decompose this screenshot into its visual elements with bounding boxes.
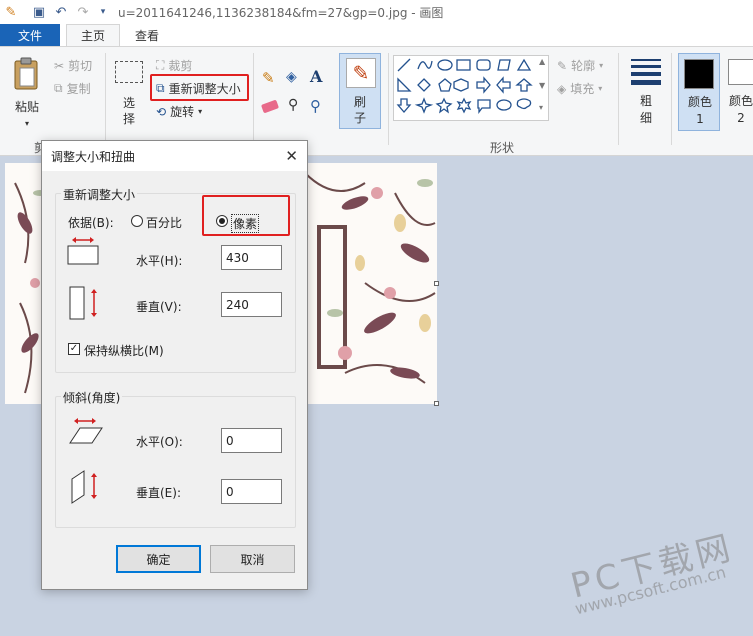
shapes-scroll-up[interactable]: ▲: [539, 57, 545, 66]
paste-button[interactable]: 粘贴 ▾: [10, 55, 44, 128]
size-label: 粗细: [639, 94, 652, 125]
color1-swatch: [684, 59, 714, 89]
vertical-label: 垂直(V):: [136, 300, 182, 314]
chevron-down-icon: ▾: [598, 84, 603, 93]
copy-button[interactable]: ⧉ 复制: [54, 80, 91, 97]
resize-handle[interactable]: [434, 281, 439, 286]
quick-access-dropdown-icon[interactable]: ▾: [94, 3, 112, 21]
tab-view[interactable]: 查看: [120, 24, 174, 46]
shapes-more[interactable]: ▾: [539, 103, 543, 112]
brushes-label: 刷子: [353, 95, 366, 125]
paste-dropdown-icon: ▾: [24, 119, 29, 128]
separator: [105, 53, 106, 145]
percent-radio[interactable]: [131, 215, 143, 227]
separator: [618, 53, 619, 145]
paste-label: 粘贴: [14, 100, 39, 114]
chevron-down-icon: ▾: [599, 61, 604, 70]
cancel-button[interactable]: 取消: [210, 545, 295, 573]
pencil-tool[interactable]: ✎: [262, 69, 280, 87]
fill-bucket-tool[interactable]: ◈: [286, 69, 304, 87]
select-button[interactable]: 选择: [112, 55, 146, 127]
outline-label: 轮廓: [571, 59, 596, 73]
dialog-title: 调整大小和扭曲: [51, 149, 136, 164]
text-tool[interactable]: A: [310, 67, 328, 86]
rotate-label: 旋转: [170, 105, 195, 119]
copy-label: 复制: [66, 82, 91, 96]
percent-label: 百分比: [146, 216, 183, 230]
save-icon[interactable]: ▣: [30, 3, 48, 21]
ribbon-tabs: 文件 主页 查看: [0, 24, 753, 46]
skew-group: [55, 396, 296, 528]
size-button[interactable]: 粗细: [628, 55, 664, 131]
vertical-skew-icon: [71, 470, 97, 504]
redo-icon[interactable]: ↷: [74, 3, 92, 21]
close-icon[interactable]: ✕: [285, 147, 298, 165]
separator: [671, 53, 672, 145]
color-picker-tool[interactable]: ⚲: [288, 97, 306, 115]
resize-group-label: 重新调整大小: [61, 186, 138, 203]
paste-icon: [14, 57, 38, 90]
undo-icon[interactable]: ↶: [52, 3, 70, 21]
crop-button[interactable]: ⛶ 裁剪: [156, 57, 192, 74]
horizontal-skew-icon: [69, 418, 103, 444]
resize-highlight: [150, 74, 249, 101]
outline-button[interactable]: ✎ 轮廓 ▾: [557, 57, 603, 74]
skew-group-label: 倾斜(角度): [61, 389, 123, 406]
size-icon: [631, 59, 661, 85]
horizontal-label: 水平(H):: [136, 254, 183, 268]
shapes-scroll-down[interactable]: ▼: [539, 81, 545, 90]
rotate-icon: ⟲: [156, 104, 167, 119]
by-label: 依据(B):: [68, 216, 114, 230]
skew-horizontal-input[interactable]: 0: [221, 428, 282, 453]
horizontal-input[interactable]: 430: [221, 245, 282, 270]
tab-home[interactable]: 主页: [66, 24, 120, 46]
keep-ratio-checkbox[interactable]: ✓: [68, 343, 80, 355]
tab-file[interactable]: 文件: [0, 24, 60, 46]
eraser-tool[interactable]: [260, 99, 280, 114]
title-bar: ✎ ▣ ↶ ↷ ▾ u=2011641246,1136238184&fm=27&…: [0, 0, 753, 24]
eraser-icon: [260, 99, 280, 114]
separator: [388, 53, 389, 145]
keep-ratio-label: 保持纵横比(M): [84, 344, 164, 358]
rotate-button[interactable]: ⟲ 旋转 ▾: [156, 103, 202, 120]
select-label: 选择: [122, 96, 135, 126]
skew-horizontal-label: 水平(O):: [136, 435, 183, 449]
color1-label: 颜色 1: [687, 95, 712, 126]
vertical-resize-icon: [69, 286, 97, 320]
color1-button[interactable]: 颜色 1: [678, 53, 720, 131]
select-icon: [115, 61, 143, 83]
color2-button[interactable]: 颜色 2: [724, 53, 753, 131]
paint-app-icon: ✎: [5, 4, 17, 20]
color2-label: 颜色 2: [728, 94, 753, 125]
pixel-highlight: [202, 195, 290, 236]
fill-button[interactable]: ◈ 填充 ▾: [557, 80, 602, 97]
skew-vertical-label: 垂直(E):: [136, 486, 181, 500]
skew-vertical-input[interactable]: 0: [221, 479, 282, 504]
scissors-icon: ✂: [54, 58, 65, 73]
crop-icon: ⛶: [156, 58, 165, 72]
vertical-input[interactable]: 240: [221, 292, 282, 317]
brushes-button[interactable]: ✎ 刷子: [339, 53, 381, 129]
cut-button[interactable]: ✂ 剪切: [54, 57, 92, 74]
cut-label: 剪切: [68, 59, 93, 73]
color2-swatch: [728, 59, 753, 85]
copy-icon: ⧉: [54, 81, 63, 95]
horizontal-resize-icon: [67, 237, 99, 265]
window-title: u=2011641246,1136238184&fm=27&gp=0.jpg -…: [118, 5, 444, 20]
outline-icon: ✎: [557, 58, 568, 73]
magnifier-tool[interactable]: ⚲: [310, 97, 328, 115]
fill-icon: ◈: [557, 81, 567, 96]
separator: [253, 53, 254, 145]
shapes-grid: [396, 58, 533, 114]
brush-icon: ✎: [346, 58, 376, 88]
dialog-titlebar[interactable]: 调整大小和扭曲 ✕: [42, 141, 307, 171]
chevron-down-icon: ▾: [198, 107, 203, 116]
crop-label: 裁剪: [168, 59, 193, 73]
resize-skew-dialog: 调整大小和扭曲 ✕ 重新调整大小 依据(B): 百分比 像素 水平(H): 43…: [41, 140, 308, 590]
fill-label: 填充: [570, 82, 595, 96]
resize-handle[interactable]: [434, 401, 439, 406]
ok-button[interactable]: 确定: [116, 545, 201, 573]
shapes-group-label: 形状: [490, 141, 515, 155]
